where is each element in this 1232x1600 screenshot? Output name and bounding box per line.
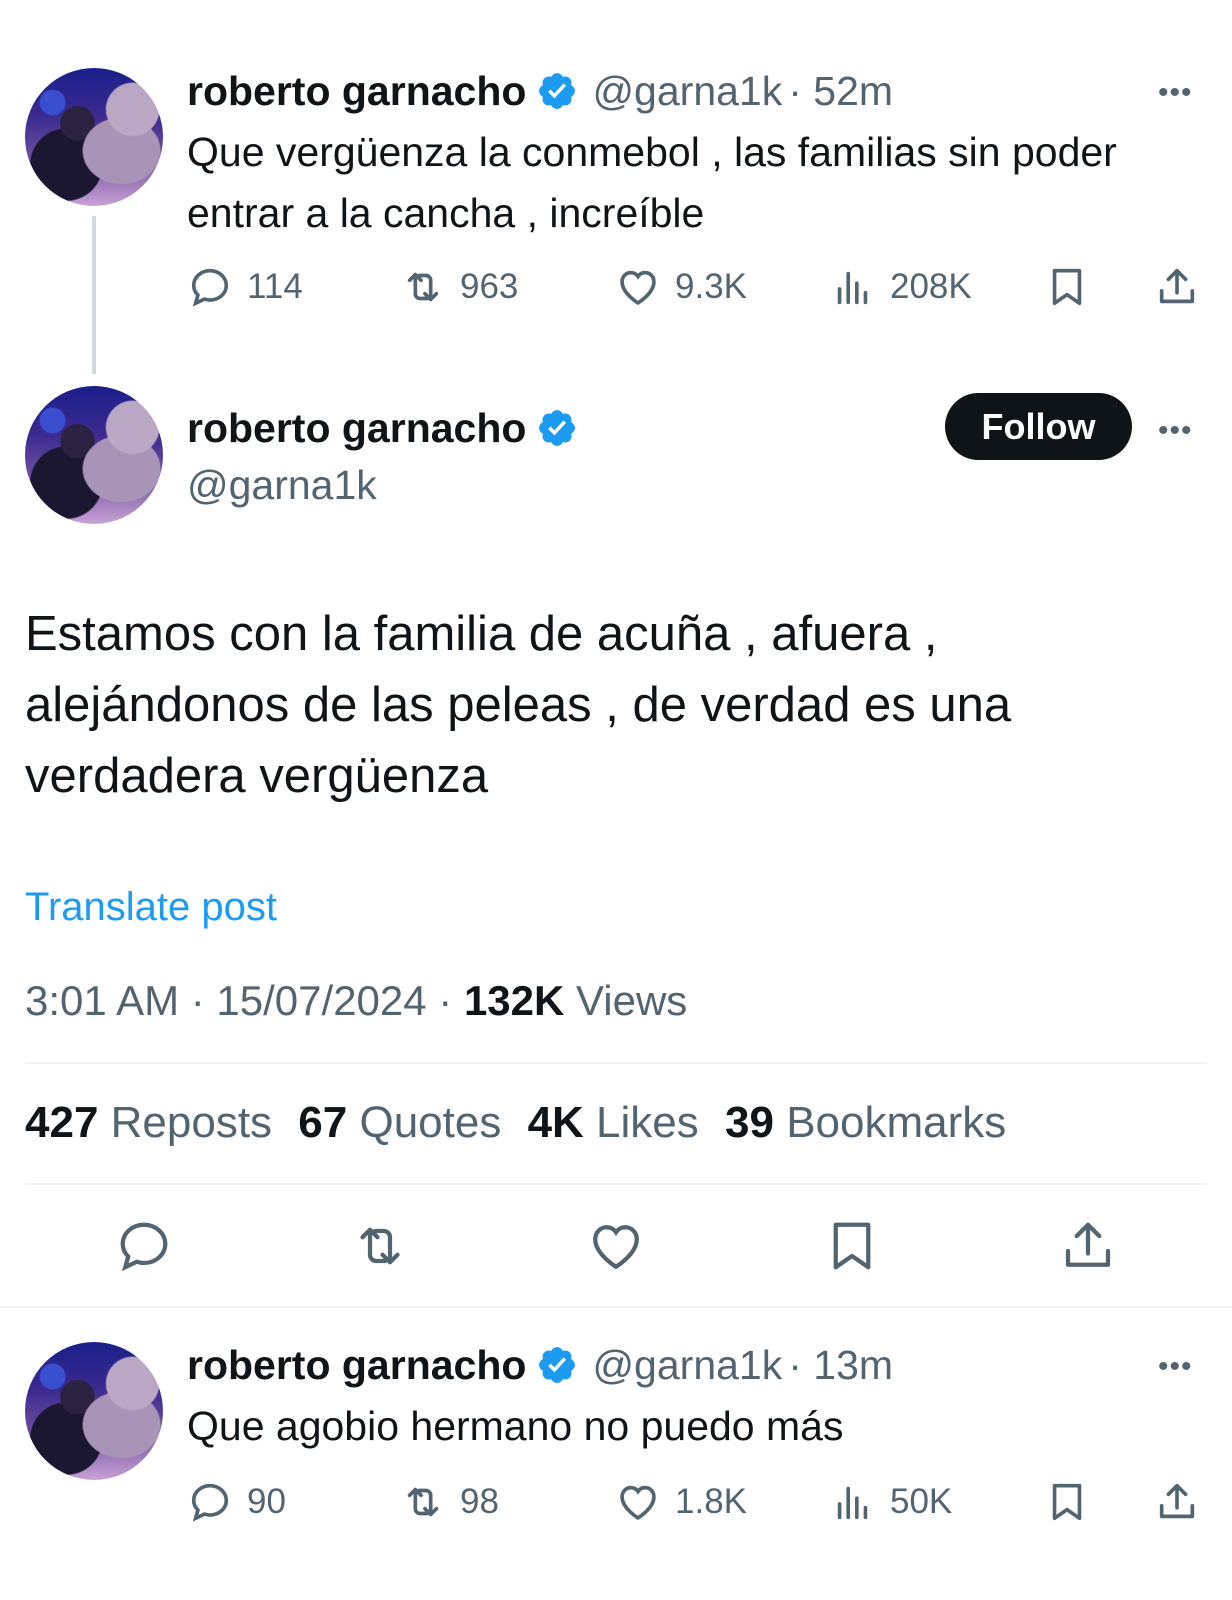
share-button[interactable] <box>1154 1479 1214 1525</box>
bookmark-button[interactable] <box>1044 1479 1104 1525</box>
repost-icon <box>407 272 439 302</box>
tweet-text: Que agobio hermano no puedo más <box>187 1403 844 1449</box>
bookmarks-count: 39 <box>725 1098 774 1147</box>
views-icon <box>837 1486 868 1520</box>
timestamp[interactable]: · 52m <box>788 68 893 115</box>
like-count: 9.3K <box>675 267 747 306</box>
more-icon[interactable]: ••• <box>1158 76 1193 110</box>
bookmarks-stat[interactable]: 39 Bookmarks <box>725 1098 1006 1147</box>
display-name[interactable]: roberto garnacho <box>187 1342 526 1389</box>
avatar[interactable] <box>25 386 163 524</box>
handle[interactable]: @garna1k <box>592 1342 782 1389</box>
repost-count: 98 <box>460 1482 499 1521</box>
verified-badge-icon <box>539 410 576 446</box>
thread-connector-line <box>92 216 96 374</box>
share-icon <box>1065 1222 1111 1267</box>
repost-button[interactable]: 963 <box>400 264 518 310</box>
display-name[interactable]: roberto garnacho <box>187 68 526 115</box>
timestamp[interactable]: · 13m <box>788 1342 893 1389</box>
reply-icon <box>120 1222 168 1272</box>
reposts-stat[interactable]: 427 Reposts <box>25 1098 272 1147</box>
share-icon <box>1159 1483 1195 1519</box>
translate-post-link[interactable]: Translate post <box>25 885 277 930</box>
main-tweet-text: Estamos con la familia de acuña , afuera… <box>25 607 1012 803</box>
bookmark-button[interactable] <box>1044 264 1104 310</box>
follow-button[interactable]: Follow <box>945 393 1132 460</box>
likes-count: 4K <box>527 1098 584 1147</box>
reply-button[interactable] <box>114 1216 174 1281</box>
views-count: 132K <box>463 977 565 1024</box>
verified-badge-icon <box>539 73 576 109</box>
like-button[interactable] <box>586 1216 646 1281</box>
display-name[interactable]: roberto garnacho <box>187 405 526 452</box>
reply-button[interactable]: 90 <box>187 1479 286 1525</box>
bookmark-icon <box>1052 268 1082 306</box>
repost-button[interactable] <box>350 1216 410 1281</box>
divider <box>0 1306 1232 1308</box>
engagement-stats: 427 Reposts 67 Quotes 4K Likes 39 Bookma… <box>25 1098 1006 1148</box>
views-button[interactable]: 50K <box>830 1479 952 1525</box>
verified-badge-icon <box>539 1347 576 1383</box>
reply-icon <box>191 1483 229 1522</box>
share-button[interactable] <box>1154 264 1214 310</box>
repost-icon <box>407 1487 439 1517</box>
main-header: roberto garnacho <box>187 403 578 453</box>
timestamp[interactable]: 3:01 AM · 15/07/2024 · <box>25 977 464 1024</box>
quotes-stat[interactable]: 67 Quotes <box>298 1098 501 1147</box>
bookmark-button[interactable] <box>822 1216 882 1281</box>
like-icon <box>620 270 656 306</box>
likes-stat[interactable]: 4K Likes <box>528 1098 699 1147</box>
reply-count: 114 <box>247 267 303 306</box>
reposts-label: Reposts <box>98 1098 273 1147</box>
more-icon[interactable]: ••• <box>1158 414 1193 448</box>
views-button[interactable]: 208K <box>830 264 972 310</box>
views-count: 208K <box>890 267 972 306</box>
reply-icon <box>191 268 229 307</box>
bookmarks-label: Bookmarks <box>773 1098 1007 1147</box>
divider <box>25 1183 1207 1185</box>
repost-icon <box>360 1227 400 1265</box>
views-icon <box>837 271 868 305</box>
reply-button[interactable]: 114 <box>187 264 303 310</box>
handle[interactable]: @garna1k <box>592 68 782 115</box>
reply-count: 90 <box>247 1482 286 1521</box>
views-label: Views <box>564 977 688 1024</box>
bookmark-icon <box>1052 1483 1082 1521</box>
avatar[interactable] <box>25 68 163 206</box>
quotes-label: Quotes <box>347 1098 502 1147</box>
tweet1-header: roberto garnacho @garna1k · 52m <box>187 66 893 116</box>
repost-button[interactable]: 98 <box>400 1479 499 1525</box>
more-icon[interactable]: ••• <box>1158 1350 1193 1384</box>
like-button[interactable]: 1.8K <box>615 1479 747 1525</box>
quotes-count: 67 <box>298 1098 348 1147</box>
tweet3-header: roberto garnacho @garna1k · 13m <box>187 1340 893 1390</box>
views-count: 50K <box>890 1482 953 1521</box>
tweet-meta: 3:01 AM · 15/07/2024 · 132K Views <box>25 977 687 1025</box>
handle[interactable]: @garna1k <box>187 462 377 509</box>
reposts-count: 427 <box>25 1098 99 1147</box>
repost-count: 963 <box>460 267 519 306</box>
likes-label: Likes <box>583 1098 699 1147</box>
bookmark-icon <box>833 1222 871 1270</box>
tweet-text: Que vergüenza la conmebol , las familias… <box>187 129 1117 236</box>
divider <box>25 1062 1207 1064</box>
like-icon <box>593 1225 639 1270</box>
like-icon <box>620 1485 656 1521</box>
like-count: 1.8K <box>675 1482 747 1521</box>
share-icon <box>1159 268 1195 304</box>
share-button[interactable] <box>1058 1216 1118 1281</box>
avatar[interactable] <box>25 1342 163 1480</box>
like-button[interactable]: 9.3K <box>615 264 747 310</box>
